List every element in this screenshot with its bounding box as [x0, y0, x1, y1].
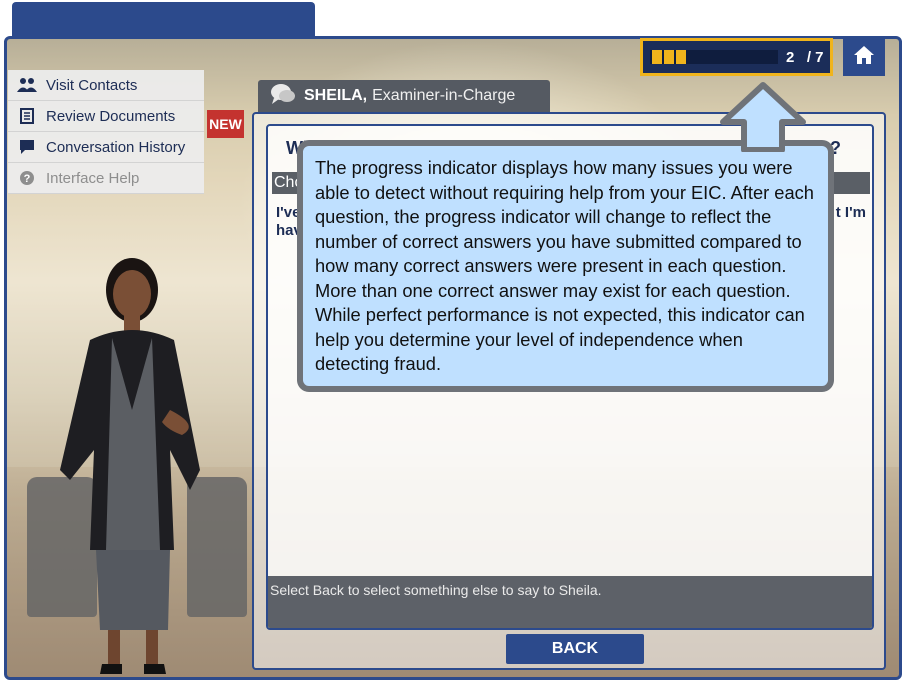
menu-label: Interface Help	[46, 169, 140, 187]
instruction-footer: Select Back to select something else to …	[268, 576, 872, 628]
progress-segment	[664, 50, 674, 64]
callout-arrow	[720, 82, 806, 152]
home-button[interactable]	[843, 38, 885, 76]
sheila-avatar	[60, 258, 200, 674]
menu-label: Visit Contacts	[46, 76, 138, 94]
callout-text: The progress indicator displays how many…	[315, 157, 814, 374]
progress-current: 2	[786, 48, 795, 66]
speaker-name: SHEILA,	[304, 87, 368, 104]
speaker-role: Examiner-in-Charge	[372, 87, 516, 104]
side-menu: Visit Contacts Review Documents Conversa…	[8, 70, 204, 194]
menu-label: Review Documents	[46, 107, 176, 125]
menu-item-visit-contacts[interactable]: Visit Contacts	[8, 70, 204, 101]
speech-bubble-icon	[270, 83, 296, 110]
svg-text:?: ?	[24, 173, 31, 185]
back-button[interactable]: BACK	[506, 634, 644, 664]
progress-segment	[676, 50, 686, 64]
document-icon	[16, 107, 38, 125]
new-badge: NEW	[207, 110, 244, 138]
menu-item-interface-help[interactable]: ? Interface Help	[8, 163, 204, 194]
home-icon	[853, 45, 875, 70]
menu-label: Conversation History	[46, 138, 186, 156]
top-tab	[12, 2, 315, 38]
progress-bar	[650, 50, 778, 64]
choice-line-end[interactable]: t I'm	[836, 204, 866, 221]
progress-total: / 7	[806, 48, 824, 66]
menu-item-review-documents[interactable]: Review Documents	[8, 101, 204, 132]
speaker-header: SHEILA, Examiner-in-Charge	[258, 80, 550, 112]
progress-help-callout: The progress indicator displays how many…	[297, 140, 834, 392]
menu-item-conversation-history[interactable]: Conversation History	[8, 132, 204, 163]
chat-icon	[16, 138, 38, 156]
progress-segment	[652, 50, 662, 64]
help-icon: ?	[16, 169, 38, 187]
progress-indicator: 2 / 7	[640, 38, 833, 76]
people-icon	[16, 76, 38, 94]
